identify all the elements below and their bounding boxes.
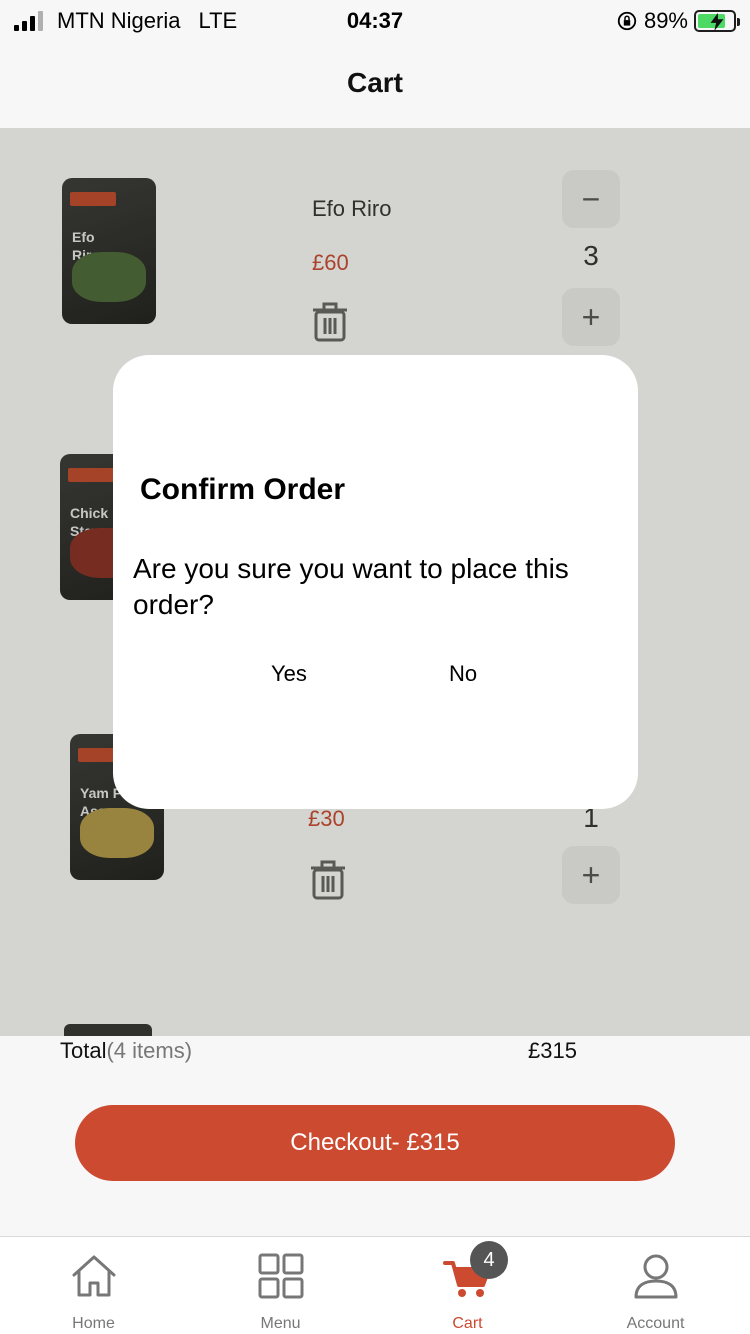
tab-label: Menu bbox=[260, 1315, 301, 1332]
total-amount: £315 bbox=[528, 1038, 577, 1063]
no-button[interactable]: No bbox=[449, 661, 477, 687]
items-count: (4 items) bbox=[106, 1038, 193, 1063]
home-icon bbox=[72, 1255, 115, 1297]
cart-badge: 4 bbox=[470, 1241, 508, 1279]
tab-label: Cart bbox=[452, 1315, 483, 1332]
tab-account[interactable]: Account bbox=[562, 1237, 749, 1334]
battery-icon bbox=[694, 10, 740, 32]
page-header: Cart bbox=[0, 42, 750, 128]
tab-bar: Home Menu 4 Cart Account bbox=[0, 1236, 750, 1334]
tab-cart[interactable]: 4 Cart bbox=[374, 1237, 561, 1334]
page-title: Cart bbox=[346, 67, 403, 98]
cart-summary: Total(4 items) £315 Checkout- £315 bbox=[0, 1036, 750, 1236]
confirm-order-dialog: Confirm Order Are you sure you want to p… bbox=[113, 355, 638, 809]
tab-label: Account bbox=[626, 1315, 685, 1332]
tab-label: Home bbox=[72, 1315, 115, 1332]
user-icon bbox=[634, 1254, 677, 1299]
battery-percent: 89% bbox=[643, 8, 688, 33]
tab-home[interactable]: Home bbox=[0, 1237, 187, 1334]
yes-button[interactable]: Yes bbox=[271, 661, 307, 687]
dialog-title: Confirm Order bbox=[140, 473, 346, 506]
grid-icon bbox=[258, 1253, 303, 1299]
dialog-message: Are you sure you want to place this orde… bbox=[133, 553, 569, 620]
status-bar: MTN Nigeria LTE 04:37 89% bbox=[0, 0, 750, 42]
rotation-lock-icon bbox=[617, 11, 637, 31]
total-label: Total(4 items) bbox=[60, 1038, 193, 1063]
checkout-button[interactable]: Checkout- £315 bbox=[75, 1105, 675, 1181]
status-right: 89% bbox=[616, 8, 740, 34]
tab-menu[interactable]: Menu bbox=[187, 1237, 374, 1334]
